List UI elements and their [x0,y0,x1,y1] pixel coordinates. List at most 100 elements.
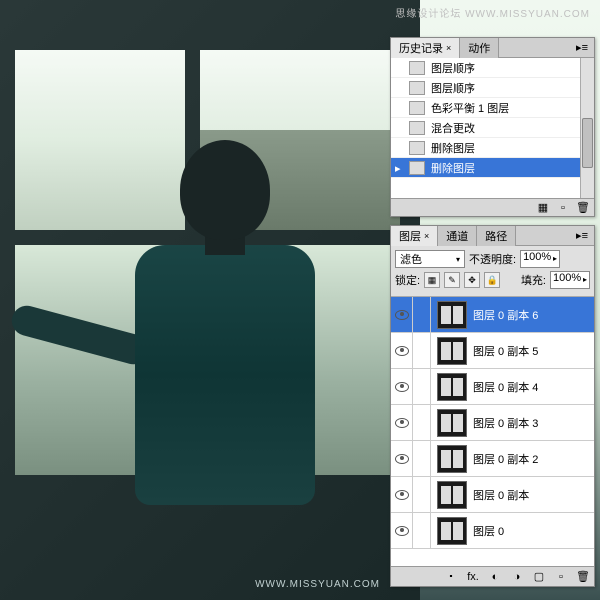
scroll-thumb[interactable] [582,118,593,168]
trash-icon[interactable]: 🗑 [576,570,590,584]
history-list: 图层顺序 图层顺序 色彩平衡 1 图层 混合更改 删除图层 ▸ 删除图层 [391,58,594,198]
layer-link-area[interactable] [413,477,431,513]
visibility-toggle[interactable] [391,297,413,333]
history-label: 混合更改 [431,120,475,136]
tab-layers[interactable]: 图层× [391,226,438,246]
eye-icon [395,526,409,536]
history-brush-marker: ▸ [395,162,407,174]
visibility-toggle[interactable] [391,369,413,405]
chevron-right-icon: ▸ [553,254,557,263]
layer-thumbnail[interactable] [437,409,467,437]
layer-item[interactable]: 图层 0 [391,513,594,549]
tab-history[interactable]: 历史记录× [391,38,460,58]
history-label: 删除图层 [431,160,475,176]
eye-icon [395,490,409,500]
watermark-bottom: WWW.MISSYUAN.COM [255,579,380,590]
mask-icon[interactable]: ◐ [488,570,502,584]
panel-menu-icon[interactable]: ▸≡ [570,41,594,54]
history-tab-bar: 历史记录× 动作 ▸≡ [391,38,594,58]
history-step-icon [409,121,425,135]
layer-thumbnail[interactable] [437,373,467,401]
layer-link-area[interactable] [413,333,431,369]
visibility-toggle[interactable] [391,405,413,441]
group-icon[interactable]: ▢ [532,570,546,584]
lock-label: 锁定: [395,272,420,288]
layer-link-area[interactable] [413,405,431,441]
layers-tab-bar: 图层× 通道 路径 ▸≡ [391,226,594,246]
history-item[interactable]: ▸ 删除图层 [391,158,594,178]
history-item[interactable]: 图层顺序 [391,78,594,98]
layer-item[interactable]: 图层 0 副本 [391,477,594,513]
layer-thumbnail[interactable] [437,481,467,509]
layer-name: 图层 0 [473,523,594,539]
history-item[interactable]: 删除图层 [391,138,594,158]
opacity-value: 100% [523,251,551,263]
visibility-toggle[interactable] [391,441,413,477]
history-item[interactable]: 混合更改 [391,118,594,138]
visibility-toggle[interactable] [391,513,413,549]
layer-name: 图层 0 副本 4 [473,379,594,395]
layer-item[interactable]: 图层 0 副本 3 [391,405,594,441]
close-icon[interactable]: × [446,43,451,53]
history-step-icon [409,161,425,175]
tab-channels[interactable]: 通道 [438,226,477,246]
layer-item[interactable]: 图层 0 副本 5 [391,333,594,369]
history-step-icon [409,81,425,95]
eye-icon [395,346,409,356]
layers-panel: 图层× 通道 路径 ▸≡ 滤色▾ 不透明度: 100%▸ 锁定: ▦ ✎ ✥ 🔒… [390,225,595,587]
fx-icon[interactable]: fx. [466,570,480,584]
new-snapshot-icon[interactable]: ▦ [536,201,550,215]
new-layer-icon[interactable]: ▫ [554,570,568,584]
visibility-toggle[interactable] [391,333,413,369]
lock-position-icon[interactable]: ✥ [464,272,480,288]
visibility-toggle[interactable] [391,477,413,513]
trash-icon[interactable]: 🗑 [576,201,590,215]
layer-thumbnail[interactable] [437,301,467,329]
layers-footer: ⬝ fx. ◐ ◑ ▢ ▫ 🗑 [391,566,594,586]
layer-name: 图层 0 副本 3 [473,415,594,431]
layer-link-area[interactable] [413,369,431,405]
layer-link-area[interactable] [413,441,431,477]
eye-icon [395,418,409,428]
layer-name: 图层 0 副本 [473,487,594,503]
layer-thumbnail[interactable] [437,337,467,365]
lock-pixels-icon[interactable]: ✎ [444,272,460,288]
link-layers-icon[interactable]: ⬝ [444,570,458,584]
tab-paths[interactable]: 路径 [477,226,516,246]
lock-icons: ▦ ✎ ✥ 🔒 [424,272,500,288]
scrollbar[interactable] [580,58,594,198]
tab-actions[interactable]: 动作 [460,38,499,58]
history-item[interactable]: 图层顺序 [391,58,594,78]
tab-label: 通道 [446,228,468,244]
history-label: 色彩平衡 1 图层 [431,100,509,116]
layer-thumbnail[interactable] [437,445,467,473]
layer-item[interactable]: 图层 0 副本 2 [391,441,594,477]
new-state-icon[interactable]: ▫ [556,201,570,215]
layer-controls: 滤色▾ 不透明度: 100%▸ 锁定: ▦ ✎ ✥ 🔒 填充: 100%▸ [391,246,594,297]
lock-all-icon[interactable]: 🔒 [484,272,500,288]
history-label: 图层顺序 [431,80,475,96]
layer-item[interactable]: 图层 0 副本 6 [391,297,594,333]
person-silhouette [60,140,380,600]
layers-list: 图层 0 副本 6 图层 0 副本 5 图层 0 副本 4 图层 0 副本 3 … [391,297,594,567]
layer-link-area[interactable] [413,297,431,333]
panel-menu-icon[interactable]: ▸≡ [570,229,594,242]
adjustment-icon[interactable]: ◑ [510,570,524,584]
history-step-icon [409,61,425,75]
close-icon[interactable]: × [424,231,429,241]
blend-mode-dropdown[interactable]: 滤色 ▾ [395,250,465,268]
layer-item[interactable]: 图层 0 副本 4 [391,369,594,405]
blend-mode-value: 滤色 [400,251,422,267]
opacity-input[interactable]: 100%▸ [520,250,560,268]
tab-label: 历史记录 [399,40,443,56]
eye-icon [395,382,409,392]
layer-thumbnail[interactable] [437,517,467,545]
layer-name: 图层 0 副本 5 [473,343,594,359]
fill-input[interactable]: 100%▸ [550,271,590,289]
layer-link-area[interactable] [413,513,431,549]
chevron-down-icon: ▾ [456,255,460,264]
layer-name: 图层 0 副本 2 [473,451,594,467]
history-item[interactable]: 色彩平衡 1 图层 [391,98,594,118]
eye-icon [395,454,409,464]
lock-transparency-icon[interactable]: ▦ [424,272,440,288]
